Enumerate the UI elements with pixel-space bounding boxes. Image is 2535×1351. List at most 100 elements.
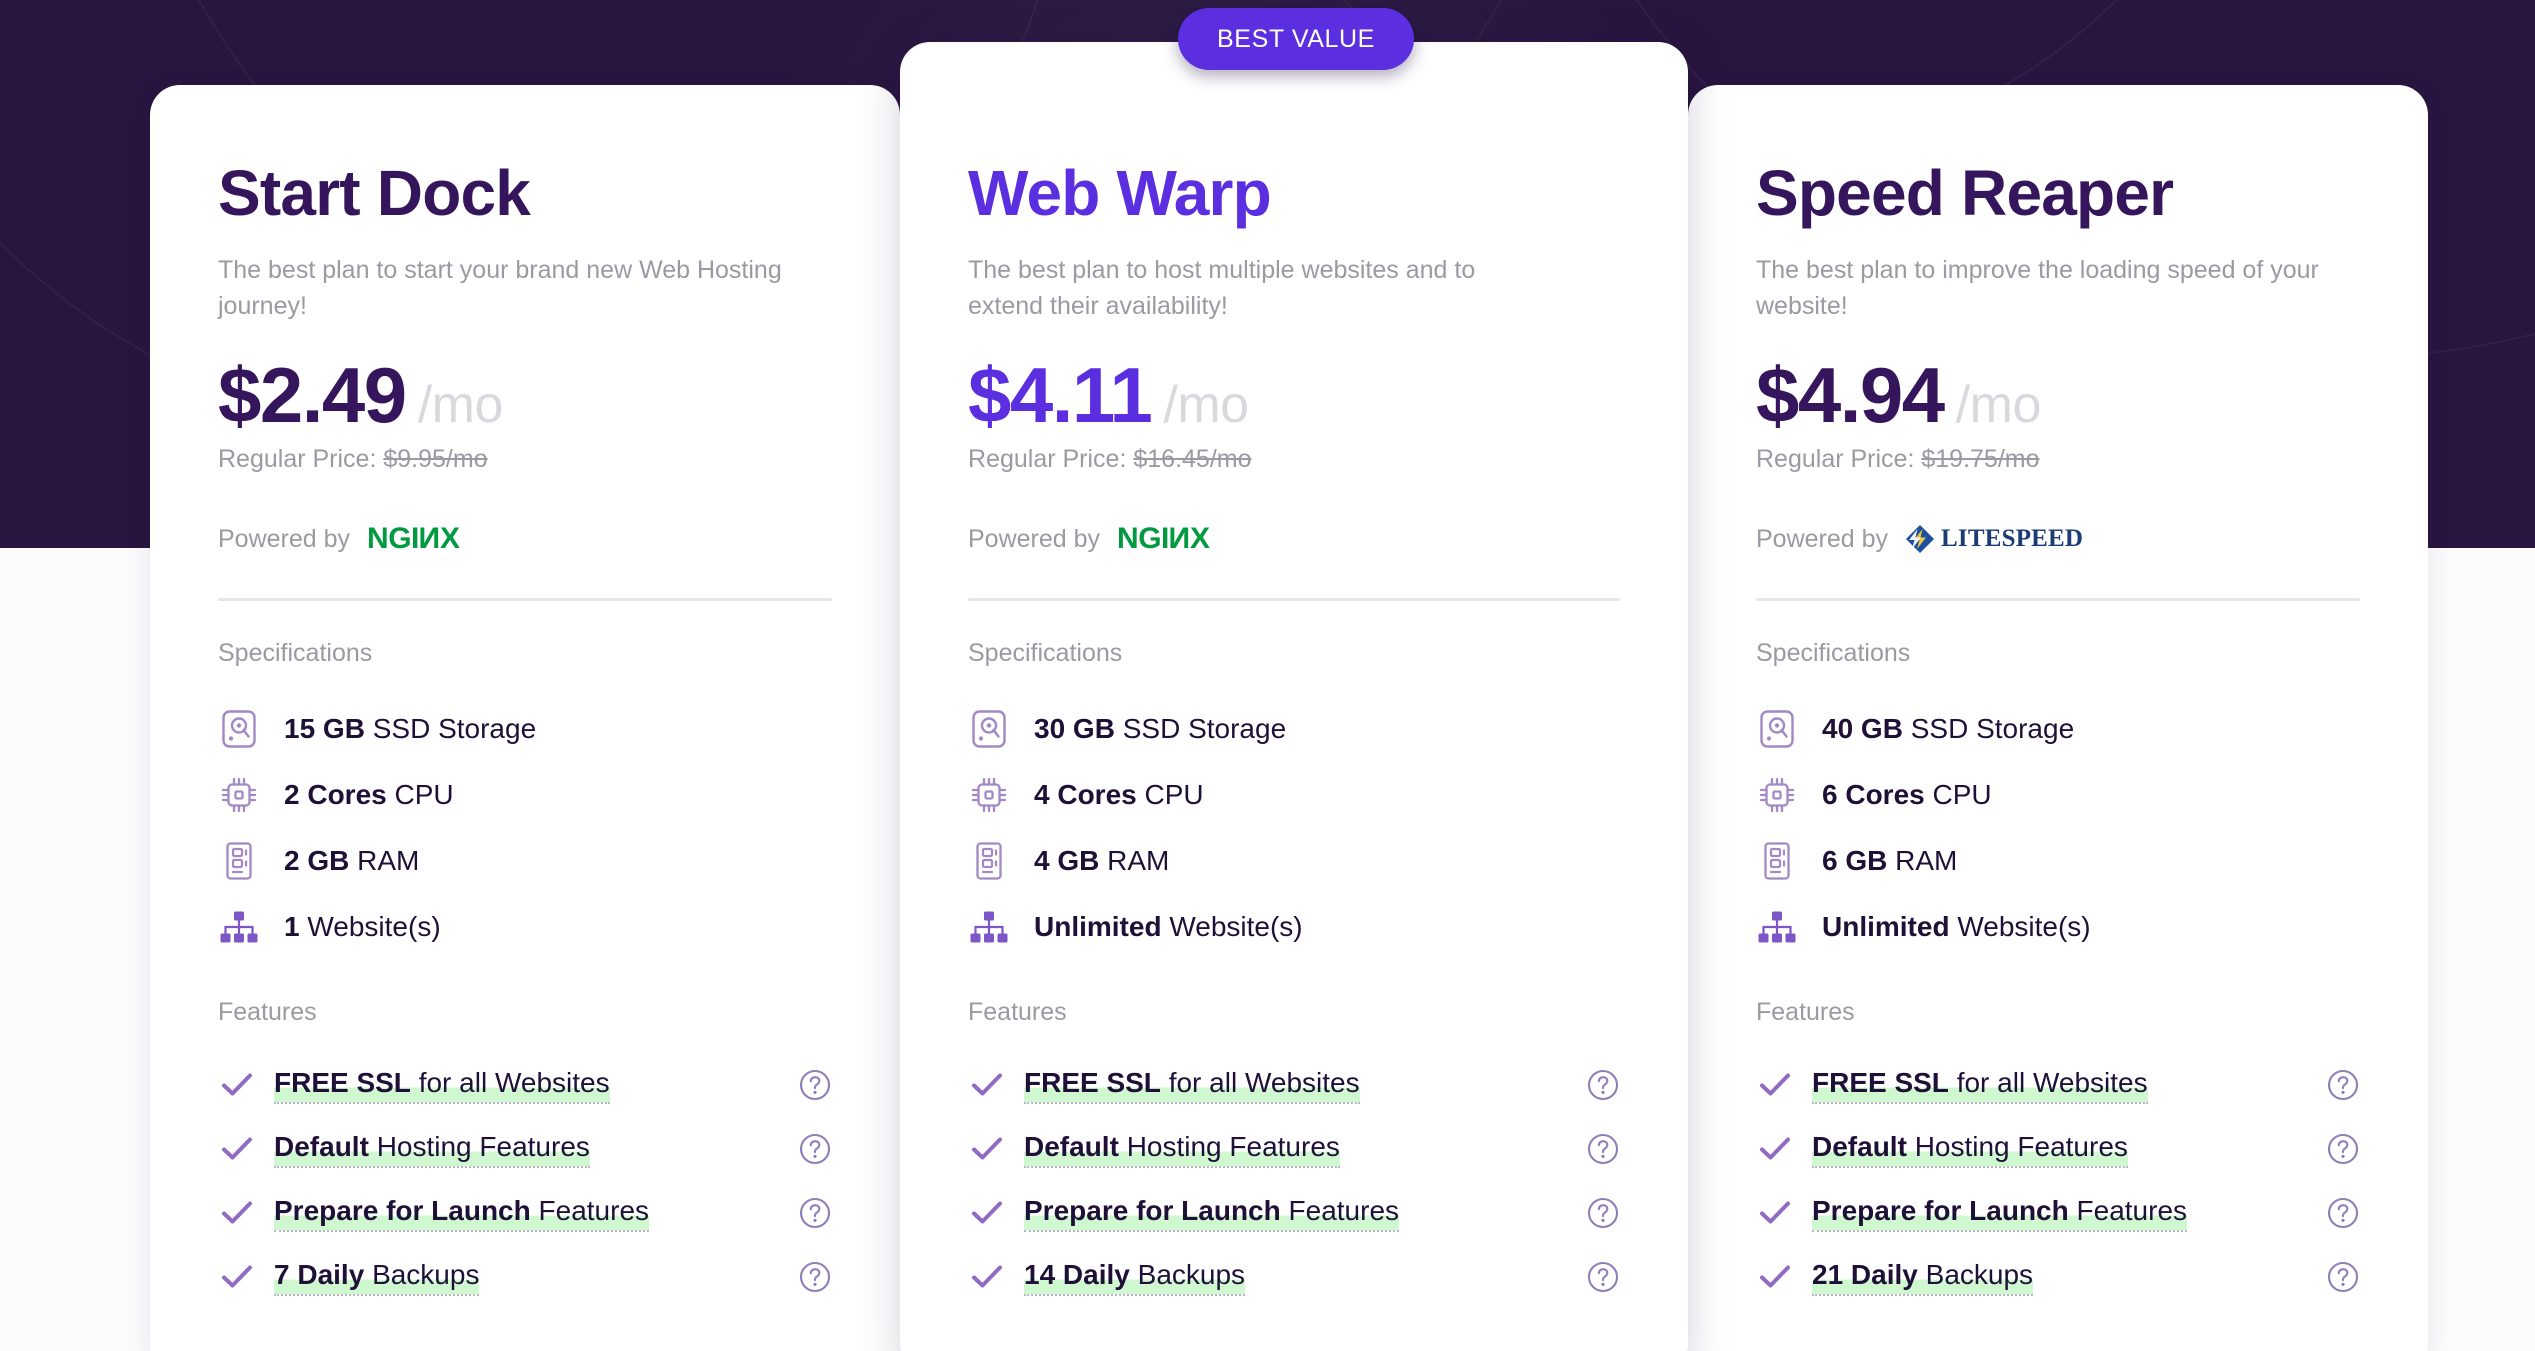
regular-price-label: Regular Price: (1756, 445, 1915, 474)
check-icon (218, 1072, 256, 1098)
feature-text: Prepare for Launch Features (1024, 1194, 1400, 1232)
help-icon[interactable] (798, 1196, 832, 1230)
sitemap-icon (1756, 911, 1798, 943)
card-divider (968, 598, 1620, 602)
cpu-icon (1756, 776, 1798, 814)
feature-label: for all Websites (418, 1066, 610, 1098)
powered-by-label: Powered by (1756, 524, 1889, 553)
check-icon (968, 1264, 1006, 1290)
help-icon[interactable] (1586, 1196, 1620, 1230)
features-list: FREE SSL for all Websites Default Hostin… (968, 1053, 1620, 1309)
feature-text: Prepare for Launch Features (274, 1194, 650, 1232)
feature-label: Hosting Features (1126, 1130, 1340, 1162)
feature-label: Backups (372, 1258, 480, 1290)
litespeed-wordmark: LITESPEED (1941, 525, 2084, 553)
hdd-icon (218, 710, 260, 748)
feature-row: FREE SSL for all Websites (218, 1053, 832, 1117)
plan-price-row: $4.11/mo (968, 350, 1620, 441)
regular-price-value: $9.95/mo (383, 445, 488, 474)
spec-text: 15 GB SSD Storage (284, 713, 536, 745)
plan-price-row: $4.94/mo (1756, 350, 2360, 441)
card-divider (1756, 598, 2360, 602)
sitemap-icon (968, 911, 1010, 943)
spec-row: 2 GB RAM (218, 828, 832, 894)
best-value-badge: BEST VALUE (1178, 8, 1414, 70)
plan-price-period: /mo (1163, 376, 1249, 435)
spec-label: SSD Storage (1122, 713, 1287, 745)
plan-price: $4.94 (1756, 351, 1945, 440)
help-icon[interactable] (798, 1260, 832, 1294)
feature-label: Features (1288, 1194, 1400, 1226)
spec-text: 4 GB RAM (1034, 845, 1169, 877)
help-icon[interactable] (2326, 1260, 2360, 1294)
specifications-list: 15 GB SSD Storage 2 Cores CPU 2 GB RAM 1… (218, 696, 832, 960)
feature-row: 7 Daily Backups (218, 1245, 832, 1309)
feature-label: for all Websites (1168, 1066, 1360, 1098)
spec-label: RAM (1107, 845, 1170, 877)
check-icon (968, 1200, 1006, 1226)
spec-label: SSD Storage (1910, 713, 2075, 745)
powered-by-label: Powered by (968, 524, 1101, 553)
regular-price-row: Regular Price: $19.75/mo (1756, 445, 2360, 474)
feature-text: Default Hosting Features (274, 1130, 590, 1168)
specifications-label: Specifications (1756, 639, 1911, 668)
plan-price-period: /mo (1955, 376, 2042, 435)
spec-row: 15 GB SSD Storage (218, 696, 832, 762)
help-icon[interactable] (798, 1132, 832, 1166)
spec-text: 6 Cores CPU (1822, 779, 1992, 811)
specifications-list: 30 GB SSD Storage 4 Cores CPU 4 GB RAM U… (968, 696, 1620, 960)
feature-text: FREE SSL for all Websites (1024, 1066, 1360, 1104)
pricing-page: BEST VALUE Start Dock The best plan to st… (0, 0, 2535, 1351)
spec-value: Unlimited (1822, 911, 1950, 943)
cpu-icon (218, 776, 260, 814)
feature-row: Default Hosting Features (968, 1117, 1620, 1181)
specifications-list: 40 GB SSD Storage 6 Cores CPU 6 GB RAM U… (1756, 696, 2360, 960)
feature-value: Prepare for Launch (1812, 1194, 2069, 1226)
pricing-card-body: Web Warp The best plan to host multiple w… (900, 42, 1688, 1309)
spec-row: 1 Website(s) (218, 894, 832, 960)
features-label: Features (968, 998, 1067, 1027)
plan-title: Start Dock (218, 157, 531, 229)
spec-value: 4 Cores (1034, 779, 1137, 811)
plan-price-period: /mo (417, 376, 504, 435)
regular-price-label: Regular Price: (218, 445, 377, 474)
check-icon (968, 1136, 1006, 1162)
help-icon[interactable] (2326, 1196, 2360, 1230)
powered-by-row: Powered by NGI N X (218, 522, 832, 556)
feature-text: Prepare for Launch Features (1812, 1194, 2188, 1232)
check-icon (1756, 1200, 1794, 1226)
spec-value: 6 Cores (1822, 779, 1925, 811)
help-icon[interactable] (798, 1068, 832, 1102)
plan-description: The best plan to start your brand new We… (218, 256, 782, 320)
check-icon (1756, 1264, 1794, 1290)
spec-row: 6 Cores CPU (1756, 762, 2360, 828)
feature-row: 14 Daily Backups (968, 1245, 1620, 1309)
help-icon[interactable] (2326, 1132, 2360, 1166)
spec-text: 2 Cores CPU (284, 779, 454, 811)
spec-label: RAM (1895, 845, 1958, 877)
feature-value: 7 Daily (274, 1258, 365, 1290)
spec-text: 1 Website(s) (284, 911, 441, 943)
regular-price-value: $19.75/mo (1921, 445, 2040, 474)
sitemap-icon (218, 911, 260, 943)
check-icon (218, 1136, 256, 1162)
powered-by-row: Powered by LITESPEED (1756, 522, 2360, 556)
regular-price-label: Regular Price: (968, 445, 1127, 474)
spec-value: 15 GB (284, 713, 365, 745)
spec-label: Website(s) (307, 911, 441, 943)
help-icon[interactable] (1586, 1068, 1620, 1102)
help-icon[interactable] (2326, 1068, 2360, 1102)
plan-title: Web Warp (968, 157, 1272, 229)
check-icon (1756, 1136, 1794, 1162)
spec-text: Unlimited Website(s) (1822, 911, 2091, 943)
nginx-logo: NGI N X (1117, 522, 1210, 556)
help-icon[interactable] (1586, 1260, 1620, 1294)
spec-value: 4 GB (1034, 845, 1100, 877)
litespeed-logo: LITESPEED (1905, 524, 2083, 554)
help-icon[interactable] (1586, 1132, 1620, 1166)
features-label: Features (1756, 998, 1855, 1027)
powered-by-label: Powered by (218, 524, 351, 553)
feature-text: 21 Daily Backups (1812, 1258, 2034, 1296)
check-icon (968, 1072, 1006, 1098)
spec-value: 2 GB (284, 845, 350, 877)
